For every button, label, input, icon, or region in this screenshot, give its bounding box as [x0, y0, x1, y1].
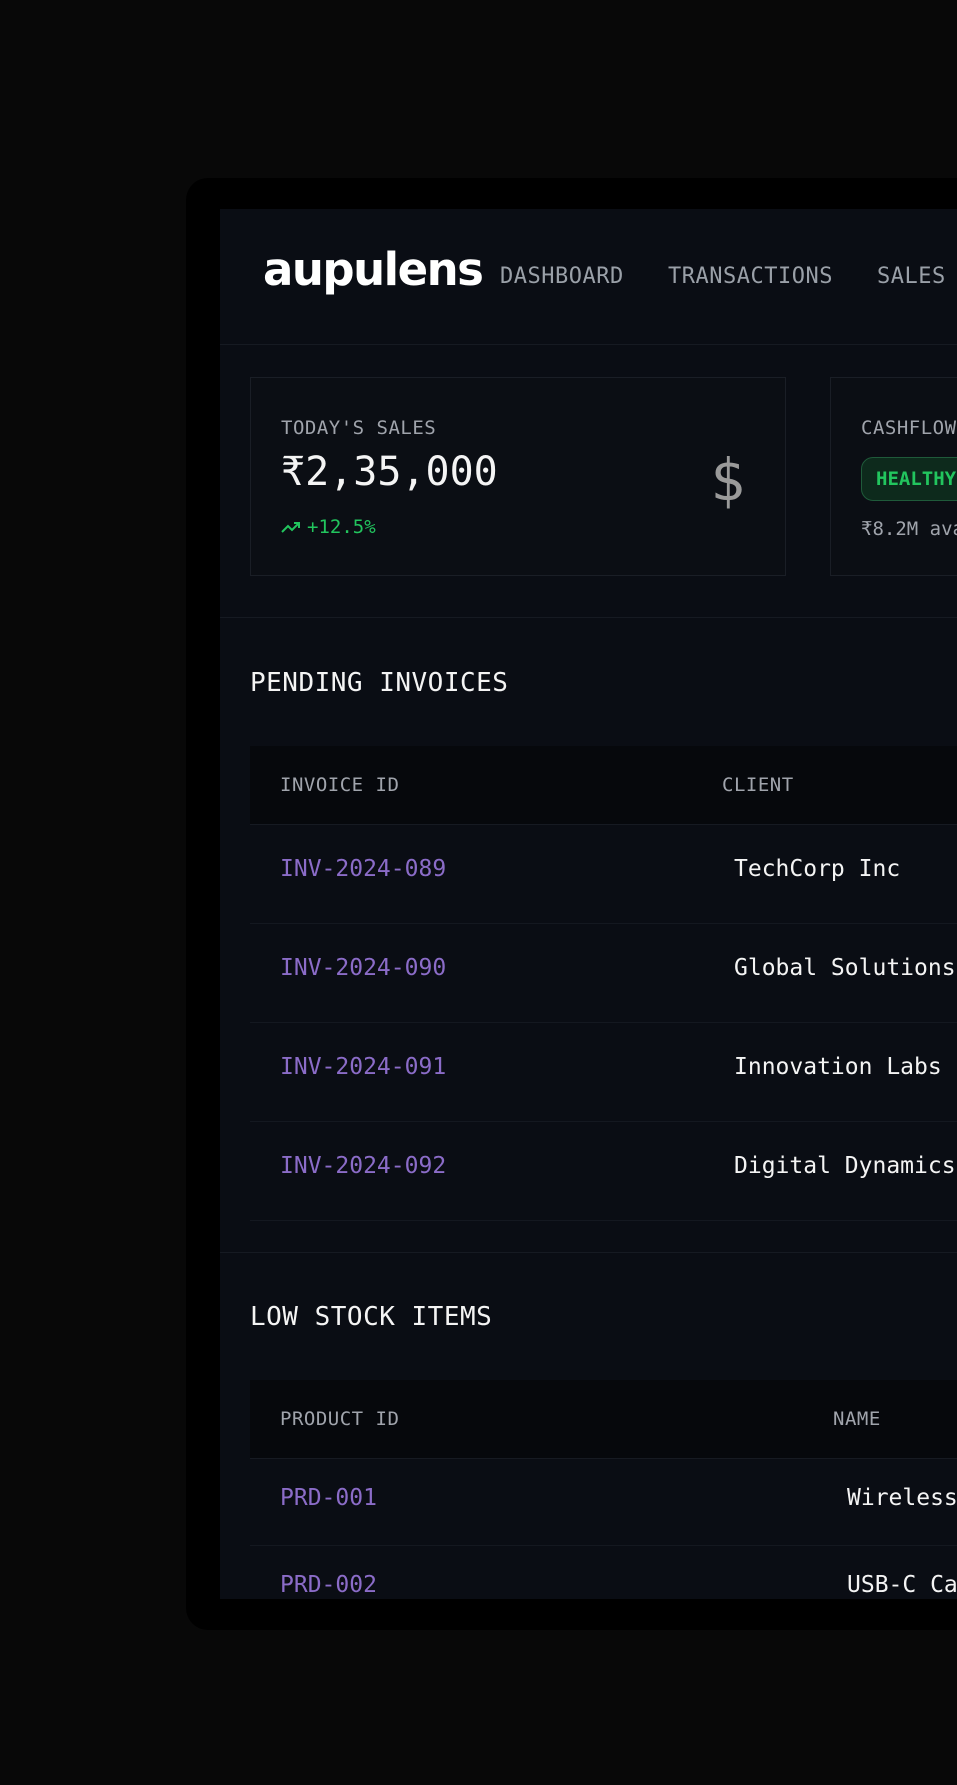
column-header: INVOICE ID: [280, 774, 400, 796]
table-row[interactable]: PRD-002 USB-C Ca: [250, 1546, 957, 1599]
column-header: CLIENT: [722, 774, 794, 796]
logo: aupulens: [263, 243, 484, 296]
trend-up-icon: [281, 522, 300, 533]
stats-row: TODAY'S SALES ₹2,35,000 +12.5% $ CASHFLO…: [220, 345, 957, 618]
low-stock-section: LOW STOCK ITEMS PRODUCT ID NAME PRD-001 …: [220, 1253, 957, 1599]
product-name: USB-C Ca: [847, 1572, 957, 1598]
table-header: INVOICE ID CLIENT: [250, 746, 957, 825]
client-name: Global Solutions: [734, 955, 956, 981]
table-header: PRODUCT ID NAME: [250, 1380, 957, 1459]
card-subtext: ₹8.2M ava: [861, 518, 957, 540]
client-name: TechCorp Inc: [734, 856, 901, 882]
card-label: CASHFLOW: [861, 417, 957, 439]
invoice-id-link[interactable]: INV-2024-091: [280, 1054, 446, 1080]
table-row[interactable]: INV-2024-091 Innovation Labs: [250, 1023, 957, 1122]
product-id-link[interactable]: PRD-001: [280, 1485, 377, 1511]
top-nav: aupulens DASHBOARD TRANSACTIONS SALES: [220, 209, 957, 345]
nav-sales[interactable]: SALES: [877, 264, 946, 289]
table-row[interactable]: PRD-001 Wireless: [250, 1459, 957, 1546]
product-name: Wireless: [847, 1485, 957, 1511]
invoice-id-link[interactable]: INV-2024-092: [280, 1153, 446, 1179]
client-name: Innovation Labs: [734, 1054, 942, 1080]
column-header: PRODUCT ID: [280, 1408, 400, 1430]
product-id-link[interactable]: PRD-002: [280, 1572, 377, 1598]
table-row[interactable]: INV-2024-090 Global Solutions: [250, 924, 957, 1023]
invoice-id-link[interactable]: INV-2024-089: [280, 856, 446, 882]
section-title: LOW STOCK ITEMS: [250, 1302, 493, 1332]
client-name: Digital Dynamics: [734, 1153, 956, 1179]
table-row[interactable]: INV-2024-089 TechCorp Inc: [250, 825, 957, 924]
trend-indicator: +12.5%: [281, 516, 376, 538]
invoice-id-link[interactable]: INV-2024-090: [280, 955, 446, 981]
todays-sales-card: TODAY'S SALES ₹2,35,000 +12.5% $: [250, 377, 786, 576]
dollar-icon: $: [710, 446, 745, 514]
card-label: TODAY'S SALES: [281, 417, 437, 439]
nav-transactions[interactable]: TRANSACTIONS: [668, 264, 833, 289]
card-value: ₹2,35,000: [281, 449, 498, 495]
column-header: NAME: [833, 1408, 881, 1430]
table-row[interactable]: INV-2024-092 Digital Dynamics: [250, 1122, 957, 1221]
status-badge: HEALTHY: [861, 457, 957, 501]
pending-invoices-section: PENDING INVOICES INVOICE ID CLIENT INV-2…: [220, 618, 957, 1253]
nav-dashboard[interactable]: DASHBOARD: [500, 264, 624, 289]
section-title: PENDING INVOICES: [250, 668, 509, 698]
trend-value: +12.5%: [307, 516, 376, 538]
app-screen: aupulens DASHBOARD TRANSACTIONS SALES TO…: [220, 209, 957, 1599]
cashflow-card: CASHFLOW HEALTHY ₹8.2M ava: [830, 377, 957, 576]
